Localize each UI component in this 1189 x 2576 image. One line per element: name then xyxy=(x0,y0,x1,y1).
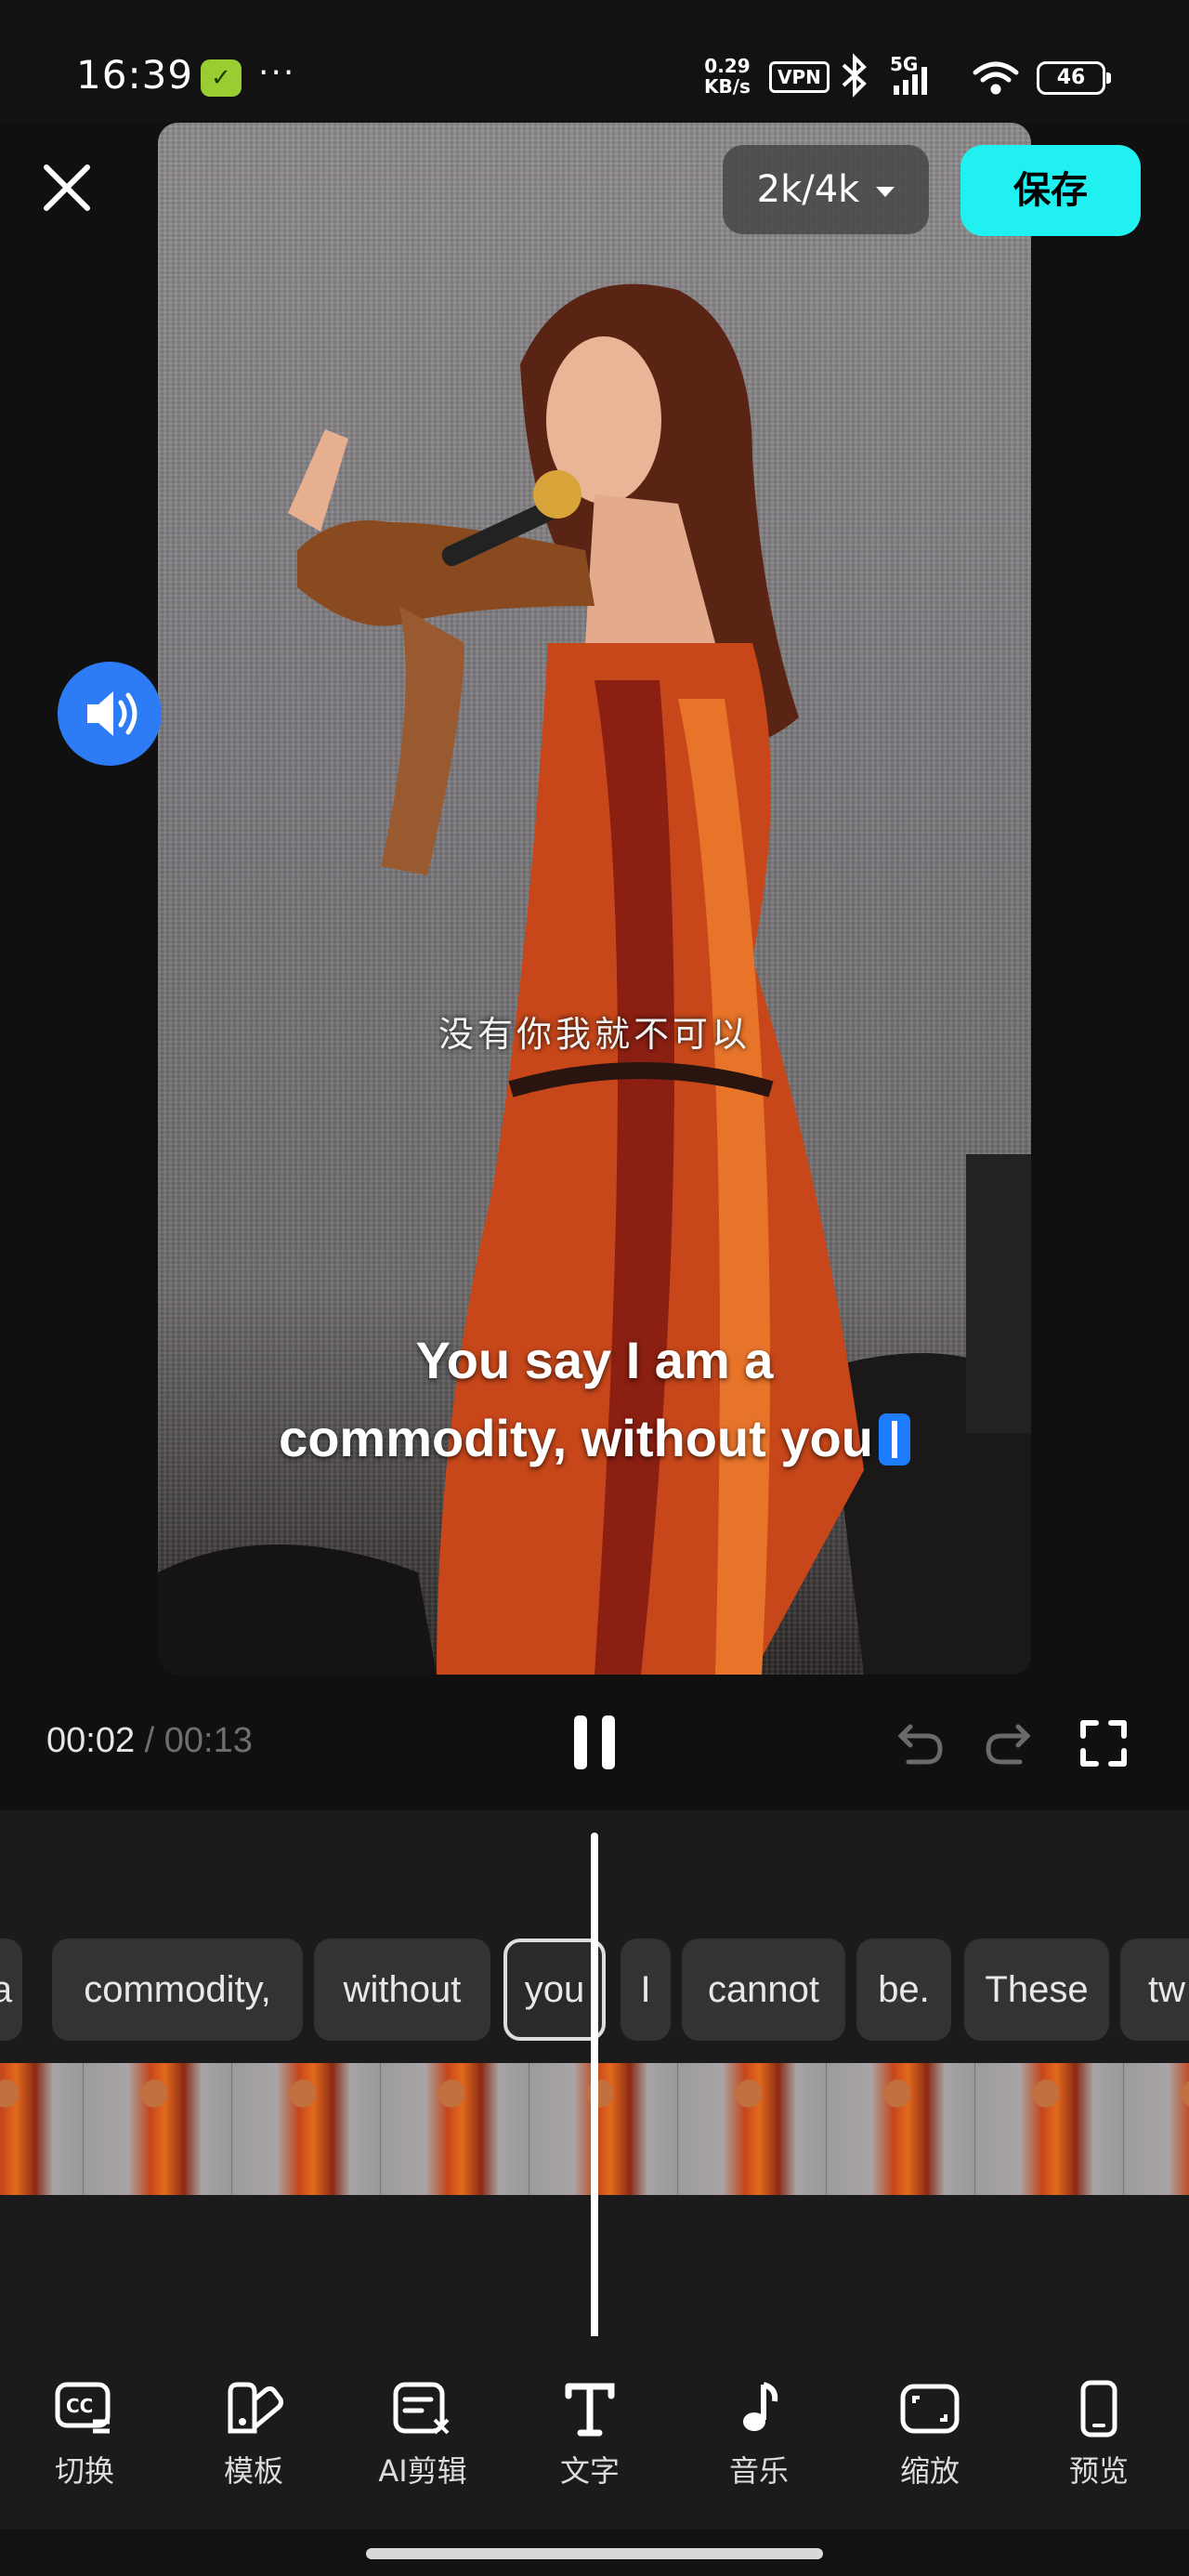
time-separator: / xyxy=(144,1721,155,1760)
playhead[interactable] xyxy=(591,1833,598,2344)
tool-label: 模板 xyxy=(223,2453,283,2489)
subtitle-line-2: commodity, without you xyxy=(158,1400,1031,1478)
tool-preview[interactable]: 预览 xyxy=(1029,2379,1169,2500)
more-notifications-icon: ··· xyxy=(258,54,296,92)
video-frame-thumbnail xyxy=(0,2063,84,2195)
tool-label: AI剪辑 xyxy=(378,2453,467,2489)
battery-icon: 46 xyxy=(1037,61,1111,95)
caret-down-icon xyxy=(876,186,895,197)
fullscreen-icon[interactable] xyxy=(1076,1715,1131,1771)
word-chip[interactable]: commodity, xyxy=(52,1939,303,2041)
status-time: 16:39 xyxy=(76,52,194,98)
tool-label: 切换 xyxy=(54,2453,114,2489)
tool-label: 预览 xyxy=(1068,2453,1129,2489)
svg-text:CC: CC xyxy=(66,2395,93,2417)
status-icons: 5G xyxy=(842,53,1019,98)
video-frame-thumbnail xyxy=(84,2063,232,2195)
volume-button[interactable] xyxy=(58,662,162,766)
quality-label: 2k/4k xyxy=(756,168,860,211)
vpn-badge: VPN xyxy=(769,61,830,93)
timecode: 00:02 / 00:13 xyxy=(46,1721,253,1761)
tool-label: 缩放 xyxy=(899,2453,960,2489)
video-frame-thumbnail xyxy=(381,2063,529,2195)
word-chip[interactable]: These xyxy=(964,1939,1109,2041)
status-bar: 16:39 ✓ ··· 0.29 KB/s VPN 5G 46 xyxy=(0,0,1189,123)
video-frame-thumbnail xyxy=(827,2063,975,2195)
tool-zoom[interactable]: 缩放 xyxy=(860,2379,1000,2500)
tool-ai-edit[interactable]: AI剪辑 xyxy=(353,2379,492,2500)
subtitle-line-2-text: commodity, without you xyxy=(279,1409,873,1467)
bluetooth-icon xyxy=(842,53,867,98)
tool-label: 文字 xyxy=(559,2453,620,2489)
caption-switch-icon: CC xyxy=(55,2382,111,2434)
quality-selector[interactable]: 2k/4k xyxy=(723,145,929,234)
wifi-icon xyxy=(973,61,1019,95)
tool-label: 音乐 xyxy=(728,2453,789,2489)
video-frame-thumbnail xyxy=(232,2063,381,2195)
word-chip[interactable]: a xyxy=(0,1939,22,2041)
word-chip[interactable]: tw xyxy=(1120,1939,1189,2041)
network-speed: 0.29 KB/s xyxy=(704,56,751,97)
preview-icon xyxy=(1080,2380,1117,2438)
music-icon xyxy=(743,2382,778,2431)
app-notification-icon: ✓ xyxy=(201,59,242,97)
speaker-icon xyxy=(87,691,137,736)
zoom-icon xyxy=(900,2384,960,2434)
tool-switch-caption[interactable]: CC 切换 xyxy=(15,2379,154,2500)
video-frame-thumbnail xyxy=(975,2063,1124,2195)
tool-text[interactable]: 文字 xyxy=(520,2379,660,2500)
video-preview[interactable]: 没有你我就不可以 You say I am a commodity, witho… xyxy=(158,123,1031,1675)
current-time: 00:02 xyxy=(46,1721,136,1760)
word-chip[interactable]: I xyxy=(621,1939,671,2041)
network-speed-value: 0.29 xyxy=(704,55,751,77)
video-frame-thumbnail xyxy=(1124,2063,1189,2195)
video-caption-cn: 没有你我就不可以 xyxy=(438,1014,751,1055)
network-speed-unit: KB/s xyxy=(704,75,751,98)
text-icon xyxy=(565,2383,615,2437)
tool-template[interactable]: 模板 xyxy=(184,2379,323,2500)
pause-icon[interactable] xyxy=(568,1710,621,1775)
subtitle-line-1: You say I am a xyxy=(415,1331,774,1389)
word-chip[interactable]: without xyxy=(314,1939,490,2041)
tool-music[interactable]: 音乐 xyxy=(689,2379,829,2500)
redo-icon[interactable] xyxy=(983,1715,1039,1771)
text-cursor-icon xyxy=(878,1413,910,1465)
video-frame-thumbnail xyxy=(678,2063,827,2195)
word-chip[interactable]: be. xyxy=(856,1939,951,2041)
network-type-label: 5G xyxy=(890,53,918,75)
total-time: 00:13 xyxy=(163,1721,253,1760)
word-chip[interactable]: cannot xyxy=(682,1939,845,2041)
close-icon[interactable] xyxy=(37,158,97,217)
video-frame-thumbnail xyxy=(529,2063,678,2195)
home-indicator[interactable] xyxy=(366,2548,823,2559)
undo-icon[interactable] xyxy=(890,1715,946,1771)
template-icon xyxy=(228,2382,283,2434)
ai-edit-icon xyxy=(393,2382,450,2435)
subtitle-text[interactable]: You say I am a commodity, without you xyxy=(158,1321,1031,1478)
save-button[interactable]: 保存 xyxy=(960,145,1141,236)
